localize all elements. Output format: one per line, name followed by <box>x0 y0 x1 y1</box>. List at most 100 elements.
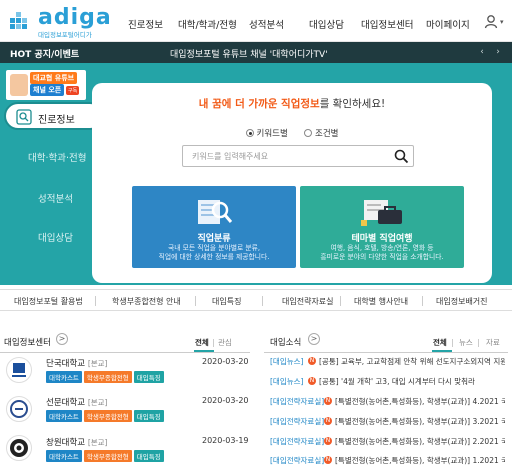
quick-comprehensive[interactable]: 학생부종합전형 안내 <box>112 296 181 307</box>
nav-grade-analysis[interactable]: 성적분석 <box>249 17 284 31</box>
arrow-left-icon[interactable]: ‹ <box>476 46 488 58</box>
chevron-down-icon[interactable]: ▾ <box>500 18 504 26</box>
news-item[interactable]: [공통] '4월 개학' 고3, 대입 시계부터 다시 맞춰라 <box>319 376 505 387</box>
radio-condition[interactable]: 조건별 <box>304 129 338 139</box>
univ-name[interactable]: 창원대학교 [본교] <box>46 436 107 448</box>
nav-admission-consult[interactable]: 대입상담 <box>309 17 344 31</box>
divider <box>264 352 508 353</box>
univ-name[interactable]: 단국대학교 [본교] <box>46 357 107 369</box>
news-item[interactable]: [특별전형(농어촌,특성화등), 학생부(교과)] 2.2021 국가... <box>335 436 505 447</box>
univ-name[interactable]: 선문대학교 [본교] <box>46 396 107 408</box>
radio-keyword[interactable]: 키워드별 <box>245 129 288 139</box>
career-info-icon <box>16 109 32 125</box>
banner-line2: 채널 오픈 <box>30 84 65 96</box>
info-center-title: 대입정보센터 <box>4 338 51 348</box>
logo-subtitle: 대입정보포털어디가 <box>38 31 92 39</box>
univ-badges: 대학카스트 학생부종합전형 대입특징 <box>46 410 164 422</box>
side-menu-consult[interactable]: 대입상담 <box>38 230 73 244</box>
info-center-more-icon[interactable]: > <box>56 333 68 345</box>
divider <box>213 339 214 347</box>
nav-info-center[interactable]: 대입정보센터 <box>361 17 413 31</box>
badge-castle[interactable]: 대학카스트 <box>46 410 82 422</box>
logo-grid-icon[interactable] <box>10 10 36 32</box>
card-job-classification[interactable]: 직업분류 국내 모든 직업을 분야별로 분류, 직업에 대한 상세한 정보를 제공… <box>132 186 296 268</box>
news-category: [대입전략자료실] <box>270 437 325 446</box>
news-tab-news[interactable]: 뉴스 <box>459 337 473 348</box>
news-item[interactable]: [특별전형(농어촌,특성화등), 학생부(교과)] 4.2021 국가... <box>335 396 505 407</box>
career-section: 대교협 유튜브 채널 오픈 구독 진로정보 대학·학과·전형 성적분석 대입상담… <box>0 63 512 285</box>
card1-title: 직업분류 <box>197 234 231 244</box>
banner-line1: 대교협 유튜브 <box>30 72 78 84</box>
univ-date: 2020-03-19 <box>202 436 249 445</box>
card2-desc: 여행, 음식, 호텔, 방송/연론, 영화 등 흥미로운 분야의 다양한 직업을 … <box>320 244 444 261</box>
sunmoon-logo-icon[interactable] <box>6 396 32 422</box>
badge-features[interactable]: 대입특징 <box>133 450 164 462</box>
divider <box>95 296 96 306</box>
univ-date: 2020-03-20 <box>202 396 249 405</box>
badge-comprehensive[interactable]: 학생부종합전형 <box>83 450 132 462</box>
side-menu-grade[interactable]: 성적분석 <box>38 191 73 205</box>
divider <box>422 296 423 306</box>
news-item[interactable]: [특별전형(농어촌,특성화등), 학생부(교과)] 1.2021 국가... <box>335 455 505 466</box>
divider <box>262 296 263 306</box>
arrow-right-icon[interactable]: › <box>492 46 504 58</box>
badge-castle[interactable]: 대학카스트 <box>46 450 82 462</box>
search-icon[interactable] <box>394 149 409 164</box>
univ-date: 2020-03-20 <box>202 357 249 366</box>
news-title: 대입소식 <box>270 338 302 348</box>
news-item[interactable]: [특별전형(농어촌,특성화등), 학생부(교과)] 3.2021 국가... <box>335 416 505 427</box>
quick-guide[interactable]: 대입정보포털 활용법 <box>14 296 83 307</box>
search-type-radios: 키워드별 조건별 <box>92 127 492 139</box>
card1-desc: 국내 모든 직업을 분야별로 분류, 직업에 대한 상세한 정보를 제공합니다. <box>158 244 270 261</box>
changwon-logo-icon[interactable] <box>6 435 32 461</box>
badge-castle[interactable]: 대학카스트 <box>46 371 82 383</box>
univ-badges: 대학카스트 학생부종합전형 대입특징 <box>46 450 164 462</box>
new-dot-icon: N <box>324 437 332 445</box>
panel-title: 내 꿈에 더 가까운 직업정보를 확인하세요! <box>198 98 386 110</box>
magnifier-illustration-icon <box>198 200 233 224</box>
nav-university-major[interactable]: 대학/학과/전형 <box>178 17 237 31</box>
dankook-logo-icon[interactable] <box>6 357 32 383</box>
news-tab-data[interactable]: 자료 <box>486 337 500 348</box>
divider <box>0 352 250 353</box>
divider <box>340 296 341 306</box>
news-more-icon[interactable]: > <box>308 333 320 345</box>
career-search-panel: 내 꿈에 더 가까운 직업정보를 확인하세요! 키워드별 조건별 키워드를 입력… <box>92 83 492 283</box>
logo-text[interactable]: adiga <box>38 5 112 30</box>
travel-illustration-icon <box>361 200 402 226</box>
info-tab-all[interactable]: 전체 <box>195 337 209 348</box>
header: adiga 대입정보포털어디가 진로정보 대학/학과/전형 성적분석 대입상담 … <box>0 0 512 42</box>
side-menu-active-label: 진로정보 <box>38 115 75 126</box>
badge-features[interactable]: 대입특징 <box>133 410 164 422</box>
news-tab-all[interactable]: 전체 <box>433 337 447 348</box>
quick-menu: 대입정보포털 활용법 학생부종합전형 안내 대입특징 대입전략자료실 대학별 행… <box>0 289 512 311</box>
badge-comprehensive[interactable]: 학생부종합전형 <box>83 371 132 383</box>
news-category: [대입뉴스] <box>270 357 304 366</box>
banner-tag: 구독 <box>66 86 80 95</box>
badge-comprehensive[interactable]: 학생부종합전형 <box>83 410 132 422</box>
new-dot-icon: N <box>324 456 332 464</box>
divider <box>195 296 196 306</box>
badge-features[interactable]: 대입특징 <box>133 371 164 383</box>
news-category: [대입전략자료실] <box>270 456 325 465</box>
notice-text[interactable]: 대입정보포털 유튜브 채널 '대학어디가TV' <box>170 47 328 60</box>
quick-features[interactable]: 대입특징 <box>212 296 241 307</box>
quick-strategy[interactable]: 대입전략자료실 <box>282 296 334 307</box>
news-item[interactable]: [공통] 교육부, 고교학점제 안착 위해 선도지구소외지역 지원... <box>319 356 505 367</box>
side-menu-career-info[interactable]: 진로정보 <box>4 102 104 130</box>
new-dot-icon: N <box>324 417 332 425</box>
news-category: [대입뉴스] <box>270 377 304 386</box>
search-input[interactable]: 키워드를 입력해주세요 <box>182 145 414 167</box>
quick-events[interactable]: 대학별 행사안내 <box>354 296 408 307</box>
card-theme-job-travel[interactable]: 테마별 직업여행 여행, 음식, 호텔, 방송/연론, 영화 등 흥미로운 분야의… <box>300 186 464 268</box>
nav-career-info[interactable]: 진로정보 <box>128 17 163 31</box>
side-menu-university[interactable]: 대학·학과·전형 <box>28 150 86 164</box>
nav-mypage[interactable]: 마이페이지 <box>426 17 470 31</box>
banner-character-icon <box>10 74 28 96</box>
divider <box>452 339 453 347</box>
card2-title: 테마별 직업여행 <box>351 234 413 244</box>
youtube-banner[interactable]: 대교협 유튜브 채널 오픈 구독 <box>6 70 86 100</box>
user-icon[interactable] <box>484 14 500 30</box>
info-tab-interest[interactable]: 관심 <box>218 337 232 348</box>
quick-magazine[interactable]: 대입정보배거진 <box>436 296 488 307</box>
